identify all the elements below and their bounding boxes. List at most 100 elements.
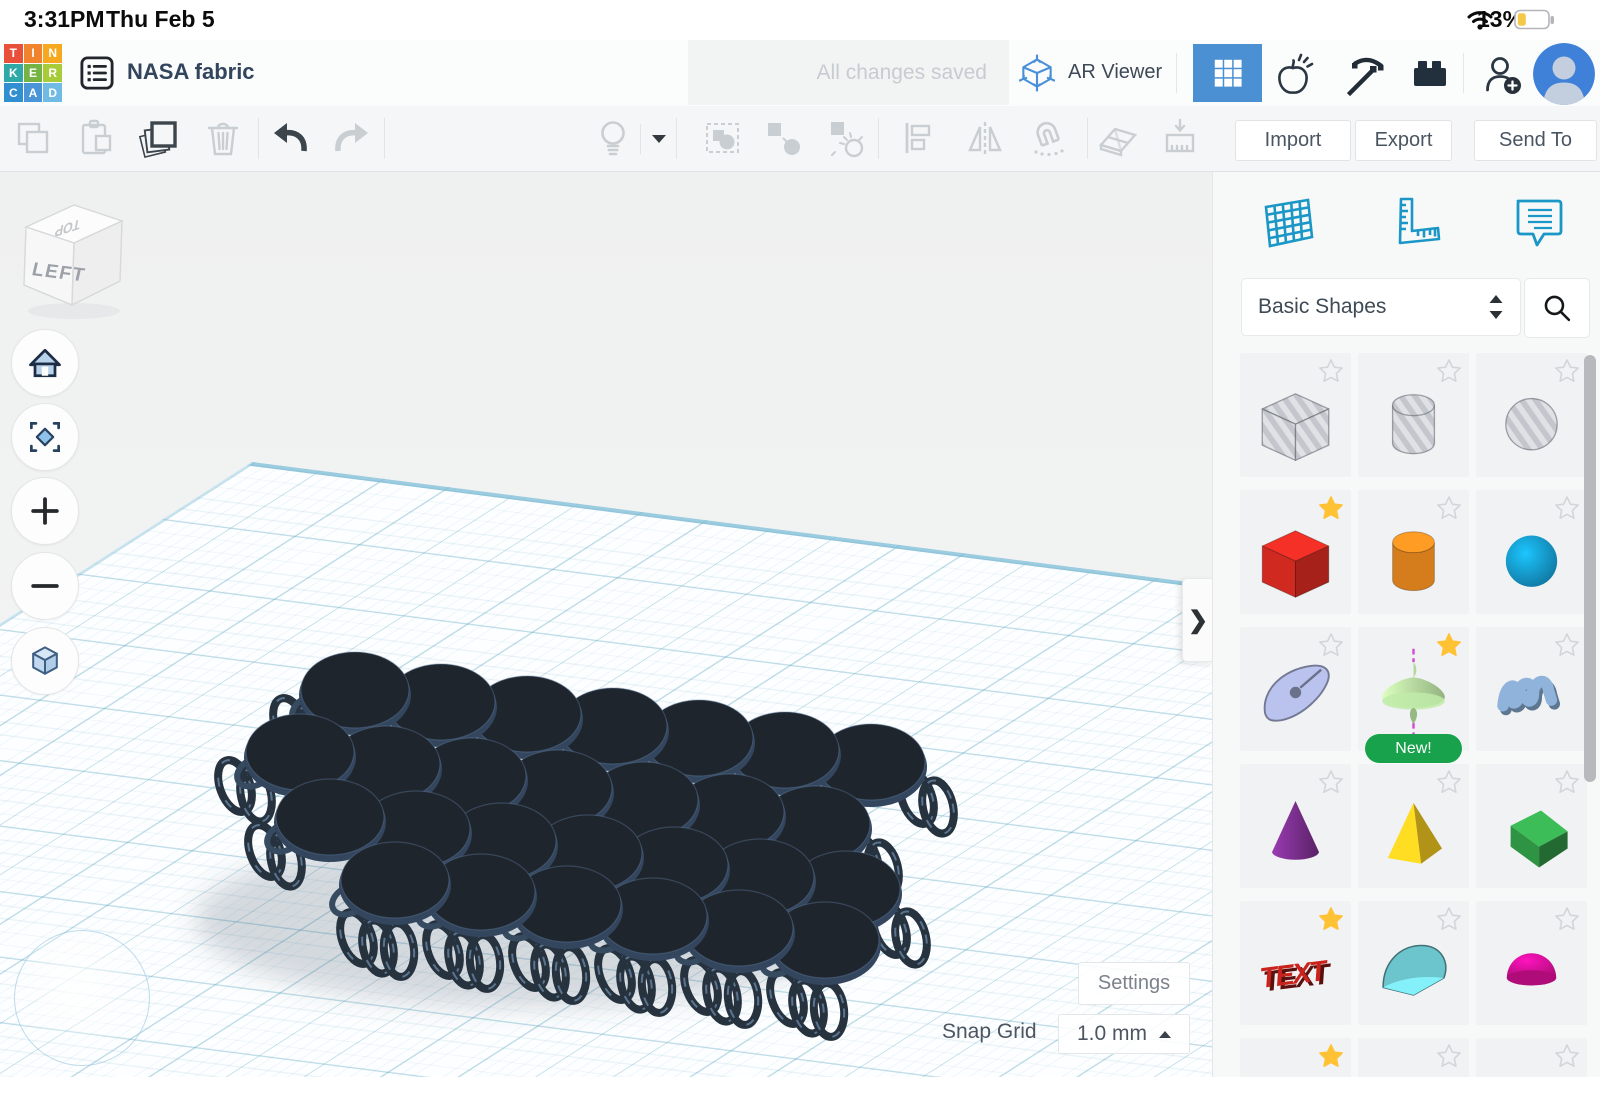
- ruler-tool-icon[interactable]: [1158, 116, 1202, 160]
- design-canvas[interactable]: TOP LEFT ❯ Settings Snap Grid 1.0 mm: [0, 171, 1212, 1077]
- avatar[interactable]: [1533, 43, 1595, 105]
- star-outline-icon[interactable]: [1317, 769, 1345, 797]
- add-person-icon[interactable]: [1481, 52, 1525, 96]
- duplicate-icon[interactable]: [138, 116, 182, 160]
- ar-viewer-button[interactable]: AR Viewer: [1016, 40, 1172, 105]
- clock: 3:31PM: [24, 6, 105, 32]
- shape-tile-half-sphere[interactable]: [1476, 901, 1587, 1025]
- star-outline-icon[interactable]: [1553, 769, 1581, 797]
- tinkercad-logo[interactable]: TIN KER CAD: [4, 44, 62, 102]
- fit-view-button[interactable]: [11, 403, 79, 471]
- mirror-icon[interactable]: [963, 116, 1007, 160]
- divider: [384, 118, 385, 159]
- new-badge: New!: [1365, 734, 1462, 763]
- home-icon: [29, 348, 61, 378]
- panel-collapse-handle[interactable]: ❯: [1182, 578, 1212, 662]
- star-outline-icon[interactable]: [1435, 906, 1463, 934]
- shape-tile-spinning-top[interactable]: [1358, 627, 1469, 751]
- snap-grid-dropdown[interactable]: 1.0 mm: [1058, 1014, 1190, 1054]
- copy-icon[interactable]: [11, 116, 55, 160]
- delete-icon[interactable]: [201, 116, 245, 160]
- perspective-toggle-button[interactable]: [11, 627, 79, 695]
- home-view-button[interactable]: [11, 329, 79, 397]
- design-menu-icon[interactable]: [80, 56, 114, 90]
- shape-tile-roof[interactable]: [1476, 764, 1587, 888]
- search-button[interactable]: [1524, 278, 1590, 338]
- shape-tile-box[interactable]: [1240, 490, 1351, 614]
- divider: [878, 118, 879, 159]
- shape-tile-scribble[interactable]: [1240, 627, 1351, 751]
- shape-tile-sphere[interactable]: [1476, 490, 1587, 614]
- pickaxe-icon[interactable]: [1341, 52, 1385, 96]
- chainmail-fabric-model[interactable]: [140, 590, 980, 1070]
- settings-button[interactable]: Settings: [1078, 962, 1190, 1005]
- star-outline-icon[interactable]: [1435, 358, 1463, 386]
- shape-tile-cone[interactable]: [1240, 764, 1351, 888]
- star-filled-icon[interactable]: [1317, 495, 1345, 523]
- star-filled-icon[interactable]: [1435, 632, 1463, 660]
- magnet-icon[interactable]: [1026, 116, 1070, 160]
- redo-icon[interactable]: [330, 116, 374, 160]
- notes-panel-icon[interactable]: [1510, 193, 1566, 253]
- star-outline-icon[interactable]: [1553, 495, 1581, 523]
- star-filled-icon[interactable]: [1317, 1043, 1345, 1071]
- page-title: NASA fabric: [127, 59, 255, 84]
- undo-icon[interactable]: [268, 116, 312, 160]
- star-outline-icon[interactable]: [1553, 358, 1581, 386]
- zoom-in-button[interactable]: [11, 477, 79, 545]
- logo-tile: D: [43, 83, 62, 102]
- panel-scrollbar[interactable]: [1584, 355, 1596, 782]
- shape-tile-text[interactable]: TEXT TEXT: [1240, 901, 1351, 1025]
- divider: [1087, 118, 1088, 159]
- shape-tile-sphere-hole[interactable]: [1476, 353, 1587, 477]
- logo-tile: E: [23, 63, 43, 83]
- align-duplicate-icon[interactable]: [823, 116, 867, 160]
- star-filled-icon[interactable]: [1317, 906, 1345, 934]
- ruler-panel-icon[interactable]: [1385, 193, 1441, 253]
- show-all-icon[interactable]: [591, 116, 635, 160]
- align-icon[interactable]: [898, 116, 942, 160]
- ar-viewer-label: AR Viewer: [1068, 61, 1163, 83]
- logo-tile: I: [23, 44, 43, 63]
- import-button[interactable]: Import: [1235, 120, 1351, 161]
- touch-indicator-circle: [14, 930, 150, 1066]
- star-outline-icon[interactable]: [1553, 906, 1581, 934]
- minus-icon: [31, 584, 59, 588]
- shape-tile-box-hole[interactable]: [1240, 353, 1351, 477]
- group-icon[interactable]: [701, 116, 745, 160]
- star-outline-icon[interactable]: [1317, 632, 1345, 660]
- send-to-button[interactable]: Send To: [1474, 120, 1597, 161]
- sim-lab-icon[interactable]: [1271, 52, 1315, 96]
- shape-tile-squiggle[interactable]: [1476, 627, 1587, 751]
- caret-up-icon: [1159, 1030, 1171, 1038]
- divider: [1463, 53, 1464, 93]
- shape-tile-hidden: [1476, 1038, 1587, 1077]
- shape-tile-pyramid[interactable]: [1358, 764, 1469, 888]
- paste-icon[interactable]: [74, 116, 118, 160]
- star-outline-icon[interactable]: [1317, 358, 1345, 386]
- star-outline-icon[interactable]: [1435, 1043, 1463, 1071]
- logo-tile: N: [43, 44, 62, 63]
- export-button[interactable]: Export: [1355, 120, 1452, 161]
- brick-icon[interactable]: [1408, 52, 1452, 96]
- shape-tile-round-roof[interactable]: [1358, 901, 1469, 1025]
- bottom-strip: [0, 1077, 1600, 1111]
- zoom-out-button[interactable]: [11, 552, 79, 620]
- logo-tile: R: [43, 63, 62, 83]
- workplane-panel-icon[interactable]: [1260, 193, 1316, 253]
- dropdown-caret-icon[interactable]: [651, 134, 667, 144]
- shape-tile-cylinder[interactable]: [1358, 490, 1469, 614]
- shape-category-select[interactable]: Basic Shapes: [1241, 278, 1521, 336]
- grid-icon: [1214, 59, 1242, 87]
- star-outline-icon[interactable]: [1435, 769, 1463, 797]
- avatar-icon: [1533, 43, 1595, 105]
- star-outline-icon[interactable]: [1553, 632, 1581, 660]
- shape-tile-cylinder-hole[interactable]: [1358, 353, 1469, 477]
- workplane-tool-icon[interactable]: [1096, 116, 1140, 160]
- blocks-editor-button-active[interactable]: [1193, 44, 1262, 102]
- star-outline-icon[interactable]: [1553, 1043, 1581, 1071]
- app-header: TINKERCAD NASA fabric All changes saved …: [0, 40, 1600, 107]
- view-cube[interactable]: TOP LEFT: [14, 187, 138, 327]
- star-outline-icon[interactable]: [1435, 495, 1463, 523]
- ungroup-icon[interactable]: [761, 116, 805, 160]
